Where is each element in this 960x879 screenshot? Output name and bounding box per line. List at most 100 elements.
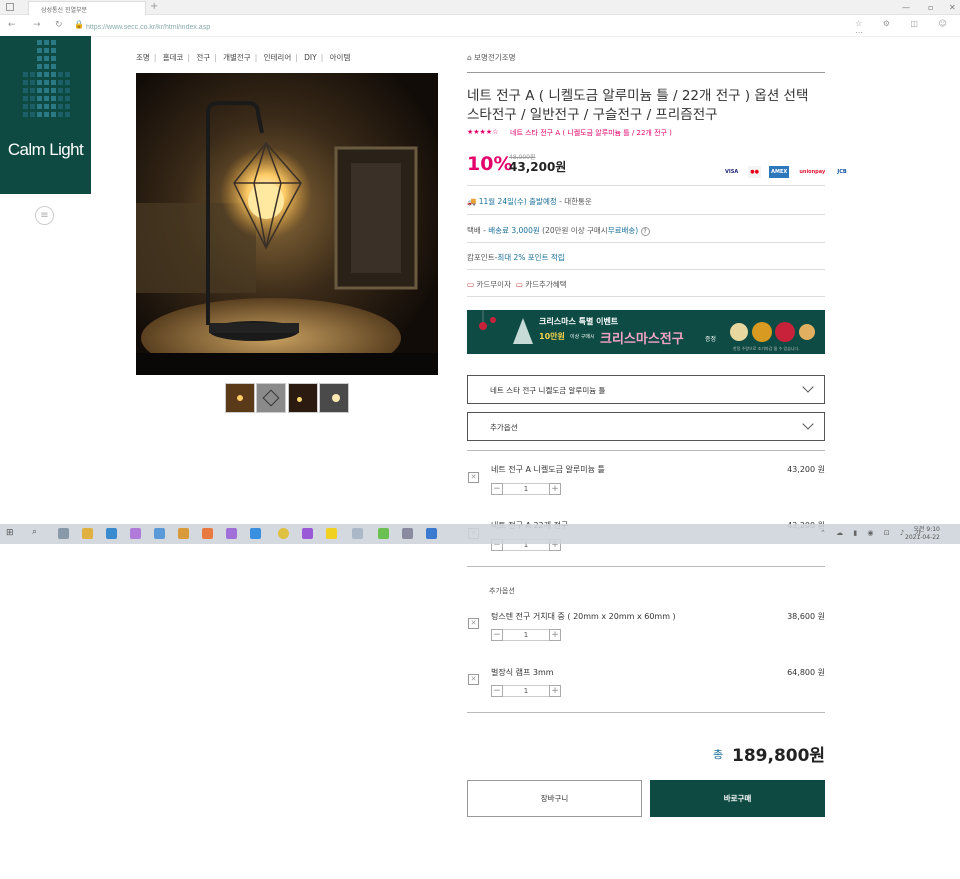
lock-icon: 🔒 (74, 20, 84, 29)
refresh-icon[interactable]: ↻ (55, 20, 63, 30)
addon-item: ✕ 텅스텐 전구 거치대 중 ( 20mm x 20mm x 60mm ) 38… (467, 611, 825, 645)
app-icon[interactable] (154, 528, 165, 539)
delivery-fee: 배송료 3,000원 (488, 226, 540, 235)
remove-item-icon[interactable]: ✕ (468, 618, 479, 629)
quantity-stepper: − 1 + (491, 629, 561, 641)
option-select-value: 네트 스타 전구 니켈도금 알루미늄 틀 (490, 386, 606, 395)
task-view-icon[interactable] (58, 528, 69, 539)
browser-tab[interactable]: 삼성통신 진열부분 (28, 1, 146, 15)
app-icon[interactable] (402, 528, 413, 539)
sale-price: 43,200원 (509, 160, 567, 174)
search-icon[interactable]: ⌕ (32, 527, 37, 537)
decrement-button[interactable]: − (491, 483, 503, 495)
tray-clock[interactable]: 오전 9:10 2021-04-22 (905, 526, 940, 542)
close-window-icon[interactable]: ✕ (949, 3, 956, 12)
banner-amount: 10만원 (539, 332, 565, 341)
addon-item: ✕ 벌장식 램프 3mm 64,800 원 − 1 + (467, 667, 825, 701)
quantity-input[interactable]: 1 (503, 685, 549, 697)
divider (467, 214, 825, 215)
truck-icon: 🚚 (467, 197, 477, 206)
extra-option-select[interactable]: 추가옵션 (467, 412, 825, 441)
address-input[interactable] (86, 18, 766, 33)
points-row: 캄포인트-최대 2% 포인트 적립 (467, 252, 565, 263)
unionpay-icon: unionpay (799, 169, 826, 175)
card-benefit-link[interactable]: 카드추가혜택 (525, 280, 566, 289)
thumbnail-3[interactable] (288, 383, 318, 413)
help-icon[interactable]: ? (640, 227, 650, 236)
brand-link[interactable]: ⌂ 보명전기조명 (467, 52, 516, 63)
site-logo[interactable]: Calm Light (0, 36, 91, 194)
remove-item-icon[interactable]: ✕ (468, 472, 479, 483)
thumbnail-2[interactable] (256, 383, 286, 413)
back-icon[interactable]: ← (8, 20, 16, 30)
christmas-event-banner[interactable]: 크리스마스 특별 이벤트 10만원 이상 구매시 크리스마스전구 증정 한정 수… (467, 310, 825, 354)
divider (467, 566, 825, 567)
product-title: 네트 전구 A ( 니켈도금 알루미늄 틀 / 22개 전구 ) 옵션 선택 스… (467, 88, 809, 123)
divider (467, 450, 825, 451)
app-icon[interactable] (226, 528, 237, 539)
buy-now-button[interactable]: 바로구매 (650, 780, 825, 817)
increment-button[interactable]: + (549, 685, 561, 697)
quantity-input[interactable]: 1 (503, 629, 549, 641)
logo-text: Calm Light (7, 140, 84, 159)
new-tab-icon[interactable]: + (150, 1, 158, 12)
tray-date: 2021-04-22 (905, 534, 940, 541)
free-installment-link[interactable]: 카드무이자 (476, 280, 511, 289)
addon-name: 텅스텐 전구 거치대 중 ( 20mm x 20mm x 60mm ) (491, 612, 676, 621)
chrome-icon[interactable] (278, 528, 289, 539)
nav-item-homedeco[interactable]: 홈데코 (163, 53, 184, 62)
start-icon[interactable]: ⊞ (6, 528, 14, 538)
browser-toolbar-icons[interactable]: ☆ ⚙ ◫ ☺ ⋯ (855, 19, 960, 37)
addon-name: 벌장식 램프 3mm (491, 668, 554, 677)
thumbnail-4[interactable] (319, 383, 349, 413)
kakaotalk-icon[interactable] (326, 528, 337, 539)
total-price: 189,800원 (732, 746, 826, 766)
nav-item-interior[interactable]: 인테리어 (264, 53, 292, 62)
category-nav: 조명 | 홈데코 | 전구 | 개별전구 | 인테리어 | DIY | 아이템 (136, 53, 351, 62)
illustrator-icon[interactable] (202, 528, 213, 539)
product-sub-link[interactable]: 네트 스타 전구 A ( 니켈도금 알루미늄 틀 / 22개 전구 ) (510, 128, 672, 138)
card-benefit-row: ▭ 카드무이자 ▭ 카드추가혜택 (467, 279, 567, 290)
app-icon[interactable] (130, 528, 141, 539)
photoshop-icon[interactable] (250, 528, 261, 539)
nav-item-lighting[interactable]: 조명 (136, 53, 150, 62)
divider (467, 185, 825, 186)
nav-item-single-bulb[interactable]: 개별전구 (223, 53, 251, 62)
quantity-input[interactable]: 1 (503, 483, 549, 495)
vscode-icon[interactable] (426, 528, 437, 539)
selected-item: ✕ 네트 전구 A 니켈도금 알루미늄 틀 43,200 원 − 1 + (467, 464, 825, 498)
nav-item-bulb[interactable]: 전구 (196, 53, 210, 62)
banner-line1: 크리스마스 특별 이벤트 (539, 317, 619, 326)
points-text: 최대 2% 포인트 적립 (497, 253, 565, 262)
app-icon[interactable] (352, 528, 363, 539)
minimize-icon[interactable]: — (902, 3, 910, 12)
increment-button[interactable]: + (549, 629, 561, 641)
quantity-stepper: − 1 + (491, 483, 561, 495)
edge-icon[interactable] (106, 528, 117, 539)
maximize-icon[interactable]: ▫ (928, 3, 933, 12)
add-to-cart-button[interactable]: 장바구니 (467, 780, 642, 817)
forward-icon[interactable]: → (33, 20, 41, 30)
menu-icon[interactable]: ≡ (35, 206, 54, 225)
file-explorer-icon[interactable] (82, 528, 93, 539)
app-icon[interactable] (178, 528, 189, 539)
delivery-row: 택배 - 배송료 3,000원 (20만원 이상 구매시무료배송) ? (467, 225, 650, 236)
increment-button[interactable]: + (549, 483, 561, 495)
chevron-down-icon (802, 381, 814, 393)
nav-item-diy[interactable]: DIY (304, 53, 317, 62)
points-prefix: 캄포인트- (467, 253, 498, 262)
media-icon[interactable] (378, 528, 389, 539)
tab-actions-icon[interactable] (6, 3, 14, 11)
payment-cards: VISA ●● AMEX unionpay JCB (720, 158, 849, 178)
thumbnail-1[interactable] (225, 383, 255, 413)
app-icon[interactable] (302, 528, 313, 539)
rating-stars-icon: ★★★★☆ (467, 128, 499, 136)
nav-item-item[interactable]: 아이템 (330, 53, 351, 62)
option-select[interactable]: 네트 스타 전구 니켈도금 알루미늄 틀 (467, 375, 825, 404)
decrement-button[interactable]: − (491, 685, 503, 697)
addon-label: 추가옵션 (489, 587, 515, 595)
remove-item-icon[interactable]: ✕ (468, 674, 479, 685)
decrement-button[interactable]: − (491, 629, 503, 641)
banner-headline: 크리스마스전구 (600, 332, 684, 347)
divider (467, 712, 825, 713)
